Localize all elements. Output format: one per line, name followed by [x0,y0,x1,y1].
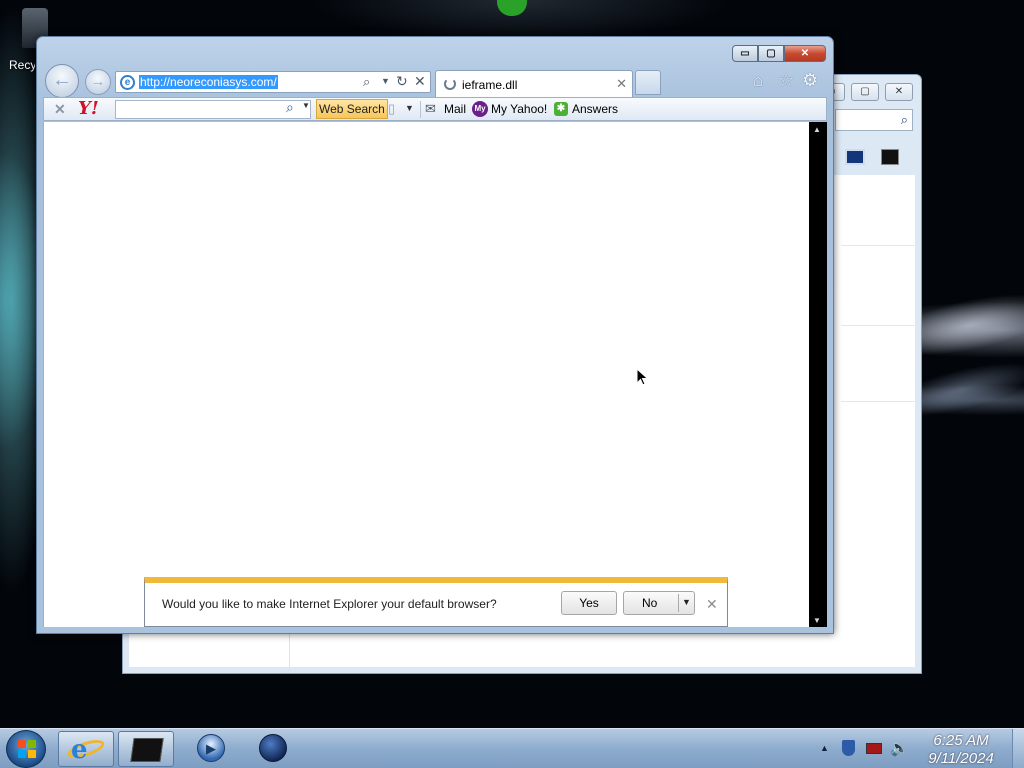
forward-arrow-icon: → [90,73,106,90]
monitor-icon[interactable] [845,149,865,165]
clock-date[interactable]: 9/11/2024 [915,750,1007,767]
divider [841,325,917,326]
new-tab-button[interactable] [635,70,661,95]
maximize-button[interactable]: ▢ [758,45,784,62]
chevron-up-icon[interactable]: ▲ [820,743,829,753]
show-desktop-button[interactable] [1012,729,1024,768]
clock-time[interactable]: 6:25 AM [915,732,1007,749]
notification-message: Would you like to make Internet Explorer… [162,597,497,611]
internet-explorer-window[interactable]: ▭ ▢ ✕ ← → e http://neoreconiasys.com/ ⌕ … [36,36,834,634]
taskbar-command-window[interactable] [118,731,174,767]
globe-icon[interactable] [259,734,287,762]
close-icon[interactable]: ✕ [54,101,66,118]
forward-button[interactable]: → [85,69,111,95]
logo-quadrant [28,750,36,758]
volume-icon[interactable]: 🔈 [890,739,909,757]
no-button-label: No [642,596,658,610]
close-icon[interactable]: ✕ [706,596,718,613]
logo-quadrant [28,740,36,748]
search-icon[interactable]: ⌕ [901,112,908,128]
back-button[interactable]: ← [45,64,79,98]
scroll-down-icon[interactable]: ▼ [813,616,821,625]
minimize-button[interactable]: ▭ [732,45,758,62]
network-icon[interactable] [866,743,882,754]
close-icon[interactable]: ✕ [616,76,627,92]
answers-link[interactable]: Answers [572,102,618,116]
chevron-down-icon[interactable]: ▼ [381,76,390,86]
my-yahoo-link[interactable]: My Yahoo! [491,102,547,116]
divider [841,245,917,246]
tab-title: ieframe.dll [462,78,518,92]
divider [841,401,917,402]
ie-page-icon: e [120,75,135,90]
chevron-down-icon[interactable]: ▼ [302,101,310,110]
media-player-icon[interactable]: ▶ [197,734,225,762]
page-content[interactable] [43,122,809,627]
maximize-icon[interactable]: ▢ [851,83,879,101]
taskbar: e ▶ ▲ 🔈 6:25 AM 9/11/2024 [0,728,1024,768]
separator [678,594,679,612]
back-arrow-icon: ← [52,69,72,91]
mouse-cursor-icon [636,368,649,386]
taskbar-internet-explorer[interactable]: e [58,731,114,767]
address-bar[interactable]: e http://neoreconiasys.com/ ⌕ ▼ ↻ ✕ [115,71,431,93]
mail-icon[interactable]: ✉ [425,101,436,117]
gear-icon[interactable]: ⚙ [802,70,818,91]
loading-icon [444,78,456,90]
tab-ieframe[interactable]: ieframe.dll ✕ [435,70,633,97]
web-search-button[interactable]: Web Search [316,99,388,119]
logo-quadrant [18,750,26,758]
start-button[interactable] [6,730,46,768]
search-icon[interactable]: ⌕ [286,99,294,116]
yahoo-logo[interactable]: Y! [78,98,99,119]
logo-quadrant [18,740,26,748]
default-browser-notification: Would you like to make Internet Explorer… [144,577,728,627]
yahoo-search-input[interactable] [115,100,311,119]
scroll-up-icon[interactable]: ▲ [813,125,821,134]
internet-explorer-icon: e [71,735,88,765]
close-button[interactable]: ✕ [784,45,826,62]
star-icon[interactable]: ☆ [778,70,794,91]
app-icon[interactable] [881,149,899,165]
window-caption-buttons: ▭ ▢ ✕ [732,45,826,62]
windows-logo-icon [18,740,36,758]
my-yahoo-icon[interactable]: My [472,101,488,117]
yahoo-toolbar: ✕ Y! ⌕ ▼ Web Search ▯ ▼ ✉ Mail My My Yah… [43,97,827,121]
close-icon[interactable]: ✕ [885,83,913,101]
home-icon[interactable]: ⌂ [753,71,763,91]
background-search-box[interactable]: ⌕ [835,109,913,131]
shield-icon[interactable] [842,740,855,756]
refresh-icon[interactable]: ↻ [396,73,408,90]
separator [420,101,421,118]
console-icon [130,738,164,762]
search-icon[interactable]: ⌕ [363,74,370,90]
highlight-icon[interactable]: ▯ [388,101,395,117]
chevron-down-icon[interactable]: ▼ [405,103,414,113]
vertical-scrollbar[interactable]: ▲ ▼ [809,122,827,627]
wallpaper-glow [497,0,527,16]
answers-icon[interactable]: ✱ [554,102,568,116]
yes-button[interactable]: Yes [561,591,617,615]
address-url[interactable]: http://neoreconiasys.com/ [139,75,278,89]
chevron-down-icon[interactable]: ▼ [682,597,691,607]
no-button[interactable]: No ▼ [623,591,695,615]
stop-icon[interactable]: ✕ [414,73,426,90]
recycle-bin-label[interactable]: Recy [9,58,35,72]
mail-link[interactable]: Mail [444,102,466,116]
